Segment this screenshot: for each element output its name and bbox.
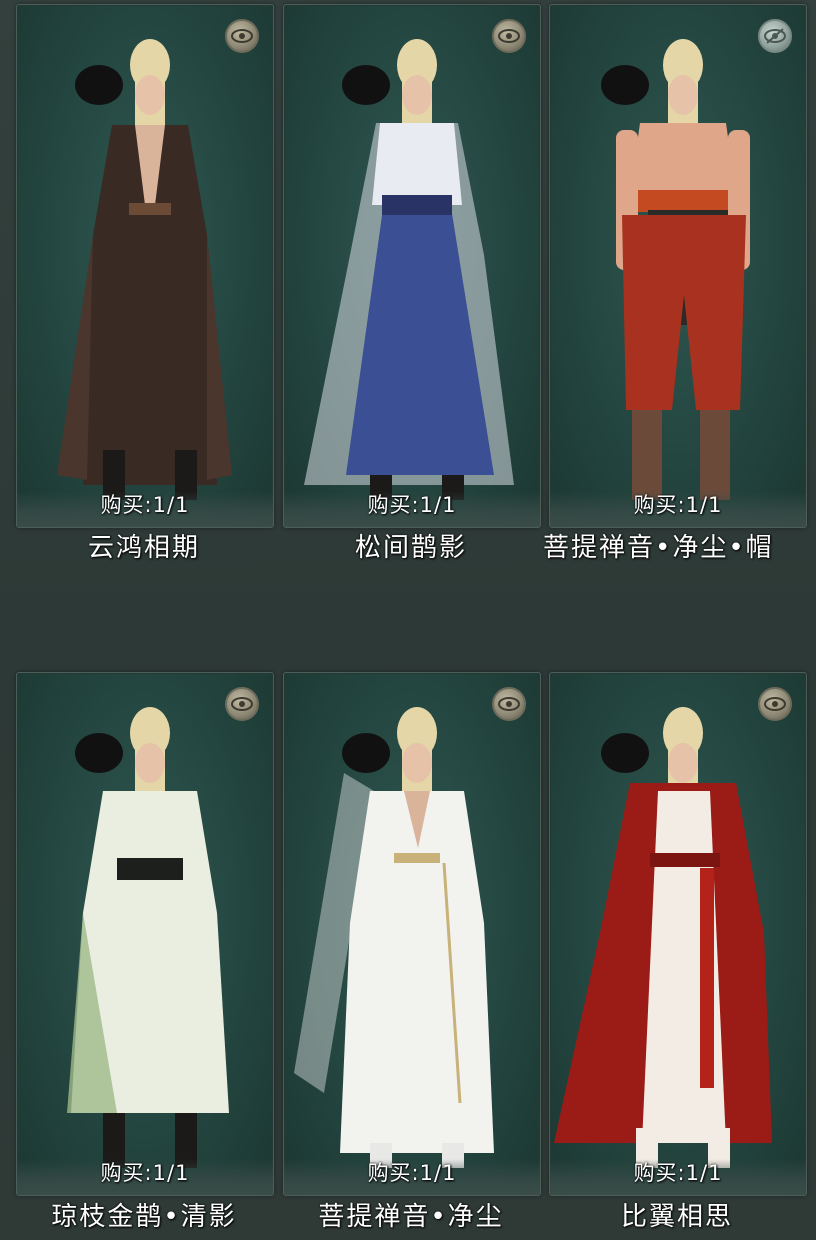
- purchase-limit-label: 购买:1/1: [100, 1161, 190, 1185]
- purchase-limit-label: 购买:1/1: [633, 1161, 723, 1185]
- outfit-card-2[interactable]: 购买:1/1: [283, 4, 541, 528]
- outfit-name: 琼枝金鹊•清影: [51, 1202, 237, 1232]
- character-preview: [304, 39, 514, 500]
- outfit-card-3[interactable]: 购买:1/1: [549, 4, 807, 528]
- purchase-limit-label: 购买:1/1: [367, 1161, 457, 1185]
- eye-icon[interactable]: [492, 687, 526, 721]
- outfit-name: 菩提禅音•净尘: [318, 1202, 504, 1232]
- character-preview: [294, 707, 494, 1168]
- outfit-card-1[interactable]: 购买:1/1: [16, 4, 274, 528]
- character-preview: [554, 707, 772, 1168]
- outfit-name: 松间鹊影: [354, 533, 467, 563]
- outfit-card-6[interactable]: 购买:1/1: [549, 672, 807, 1196]
- character-preview: [601, 39, 750, 500]
- purchase-limit-label: 购买:1/1: [633, 493, 723, 517]
- purchase-limit-label: 购买:1/1: [367, 493, 457, 517]
- character-preview: [57, 39, 232, 500]
- outfit-name: 菩提禅音•净尘•帽: [543, 533, 774, 563]
- eye-off-icon[interactable]: [758, 19, 792, 53]
- outfit-name: 云鸿相期: [87, 533, 200, 563]
- outfit-card-5[interactable]: 购买:1/1: [283, 672, 541, 1196]
- eye-icon[interactable]: [758, 687, 792, 721]
- outfit-name: 比翼相思: [620, 1202, 733, 1232]
- eye-icon[interactable]: [492, 19, 526, 53]
- purchase-limit-label: 购买:1/1: [100, 493, 190, 517]
- character-preview: [67, 707, 229, 1168]
- eye-icon[interactable]: [225, 19, 259, 53]
- outfit-card-4[interactable]: 购买:1/1: [16, 672, 274, 1196]
- eye-icon[interactable]: [225, 687, 259, 721]
